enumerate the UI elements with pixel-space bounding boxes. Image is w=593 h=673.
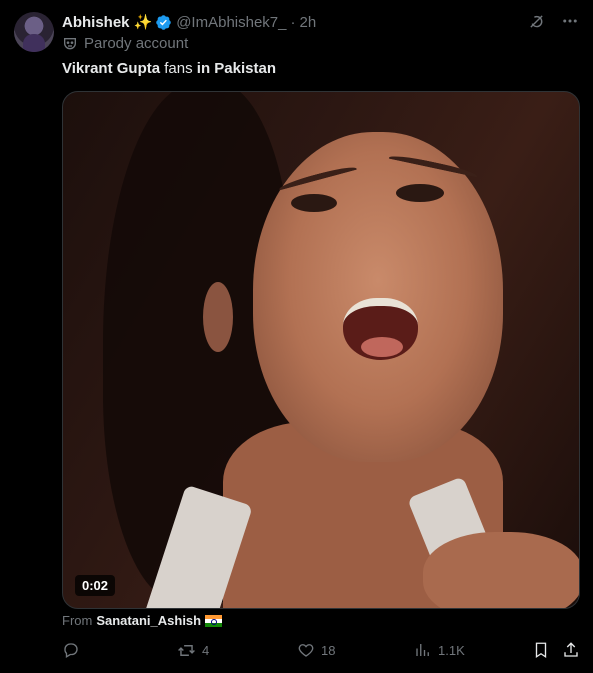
post-text-middle: fans bbox=[160, 60, 197, 77]
retweet-count: 4 bbox=[202, 643, 210, 658]
like-button[interactable]: 18 bbox=[297, 641, 335, 659]
video-frame-hands bbox=[423, 532, 579, 608]
video-source: From Sanatani_Ashish bbox=[62, 613, 223, 628]
video-frame-eye-right bbox=[396, 184, 444, 202]
header-actions bbox=[527, 12, 579, 30]
separator-dot: · bbox=[290, 13, 296, 31]
retweet-icon bbox=[178, 645, 195, 656]
share-icon bbox=[564, 642, 578, 657]
post-text-bold-place: in Pakistan bbox=[196, 60, 276, 77]
author-name[interactable]: Abhishek bbox=[62, 14, 130, 31]
grok-icon[interactable] bbox=[527, 12, 545, 30]
post-time[interactable]: 2h bbox=[299, 14, 316, 31]
parody-text: Parody account bbox=[84, 35, 189, 52]
reply-button[interactable] bbox=[62, 641, 86, 659]
like-count: 18 bbox=[321, 642, 336, 658]
video-frame-eye-left bbox=[291, 194, 337, 212]
views-button[interactable]: 1.1K bbox=[414, 641, 465, 659]
post-header: Abhishek ✨ @ImAbhishek7_ · 2h bbox=[62, 12, 533, 32]
source-author-link[interactable]: Sanatani_Ashish bbox=[96, 613, 201, 628]
verified-badge-icon bbox=[156, 14, 171, 30]
views-icon bbox=[416, 644, 429, 656]
post-text: Vikrant Gupta fans in Pakistan bbox=[62, 60, 276, 77]
india-flag-icon bbox=[205, 614, 223, 627]
sparkle-emoji: ✨ bbox=[133, 14, 153, 31]
more-icon[interactable] bbox=[561, 12, 579, 30]
video-duration-badge: 0:02 bbox=[75, 575, 116, 596]
post-text-bold-name: Vikrant Gupta bbox=[62, 60, 161, 77]
parody-mask-icon bbox=[64, 37, 76, 49]
bookmark-button[interactable] bbox=[532, 641, 550, 659]
bookmark-icon bbox=[535, 642, 547, 659]
reply-icon bbox=[64, 643, 78, 658]
video-frame-tongue bbox=[361, 337, 403, 357]
retweet-button[interactable]: 4 bbox=[177, 641, 209, 660]
video-frame-ear bbox=[203, 282, 233, 352]
video-player[interactable]: 0:02 bbox=[62, 91, 580, 609]
like-icon bbox=[298, 644, 314, 657]
from-label: From bbox=[62, 613, 93, 628]
share-button[interactable] bbox=[562, 641, 580, 659]
action-bar: 4 18 1.1K bbox=[62, 641, 580, 663]
views-count: 1.1K bbox=[438, 642, 465, 658]
avatar[interactable] bbox=[14, 12, 54, 52]
author-handle[interactable]: @ImAbhishek7_ bbox=[176, 14, 286, 31]
parody-label: Parody account bbox=[62, 35, 188, 52]
